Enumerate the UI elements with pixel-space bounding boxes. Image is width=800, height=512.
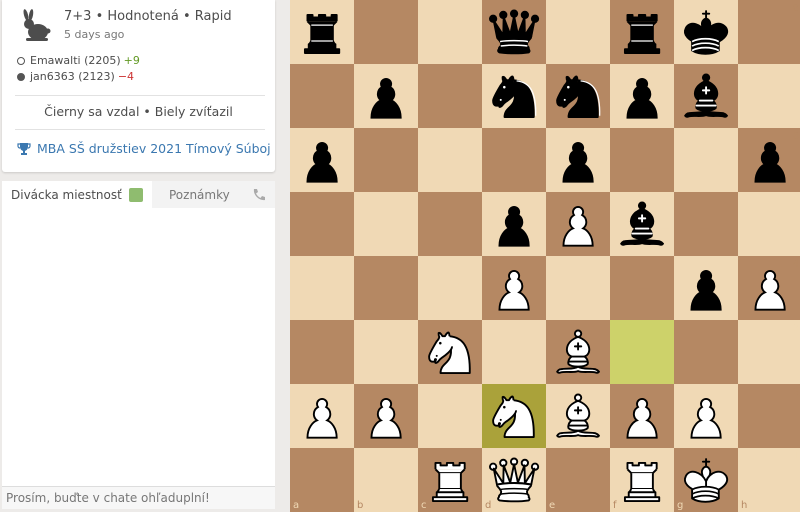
white-player-dot-icon: [17, 56, 25, 65]
rank-label: 7: [793, 67, 799, 78]
player-white-rating-diff: +9: [123, 54, 140, 67]
rapid-rabbit-icon: [23, 9, 51, 41]
square-c5[interactable]: [418, 192, 482, 256]
file-label: a: [293, 500, 299, 511]
file-label: c: [421, 500, 427, 511]
file-label: h: [741, 500, 747, 511]
player-white[interactable]: Emawalti (2205) +9: [17, 54, 140, 67]
side-panel: 7+3 • Hodnotená • Rapid 5 days ago Emawa…: [0, 0, 277, 509]
phone-icon[interactable]: [251, 187, 267, 203]
player-black-rating-diff: −4: [117, 70, 135, 83]
chat-toggle-checkbox[interactable]: [129, 188, 143, 202]
square-a4[interactable]: [290, 256, 354, 320]
square-e4[interactable]: [546, 256, 610, 320]
chat-input[interactable]: [2, 486, 275, 509]
divider: [15, 95, 265, 96]
file-label: g: [677, 500, 683, 511]
tab-spectator-room[interactable]: Divácka miestnosť: [2, 181, 152, 208]
square-e1[interactable]: [546, 448, 610, 512]
player-black-name: jan6363 (2123): [30, 70, 115, 83]
square-b6[interactable]: [354, 128, 418, 192]
square-f6[interactable]: [610, 128, 674, 192]
square-b1[interactable]: [354, 448, 418, 512]
chess-board[interactable]: a 8 b 7 c 6 d 5 e 4 f 3 g 2 h 1: [290, 0, 800, 512]
square-b8[interactable]: [354, 0, 418, 64]
square-g3[interactable]: [674, 320, 738, 384]
divider: [15, 129, 265, 130]
square-h8[interactable]: [738, 0, 800, 64]
square-c8[interactable]: [418, 0, 482, 64]
rank-label: 5: [793, 195, 799, 206]
square-c2[interactable]: [418, 384, 482, 448]
square-f3[interactable]: [610, 320, 674, 384]
rank-label: 1: [793, 451, 799, 462]
rank-label: 3: [793, 323, 799, 334]
square-a5[interactable]: [290, 192, 354, 256]
chat-panel: Divácka miestnosť Poznámky: [2, 181, 275, 509]
square-a7[interactable]: [290, 64, 354, 128]
square-e8[interactable]: [546, 0, 610, 64]
tournament-link[interactable]: MBA SŠ družstiev 2021 Tímový Súboj: [17, 141, 271, 156]
trophy-icon: [17, 142, 31, 155]
square-d6[interactable]: [482, 128, 546, 192]
square-c6[interactable]: [418, 128, 482, 192]
square-a1[interactable]: [290, 448, 354, 512]
square-g5[interactable]: [674, 192, 738, 256]
file-label: e: [549, 500, 555, 511]
chat-tabs: Divácka miestnosť Poznámky: [2, 181, 275, 208]
tab-notes[interactable]: Poznámky: [169, 188, 230, 202]
file-label: d: [485, 500, 491, 511]
game-title: 7+3 • Hodnotená • Rapid: [64, 9, 232, 24]
tournament-name: MBA SŠ družstiev 2021 Tímový Súboj: [37, 141, 271, 156]
square-h5[interactable]: [738, 192, 800, 256]
game-result-status: Čierny sa vzdal • Biely zvíťazil: [44, 104, 233, 119]
rank-label: 2: [793, 387, 799, 398]
square-h2[interactable]: [738, 384, 800, 448]
file-label: f: [613, 500, 617, 511]
square-h7[interactable]: [738, 64, 800, 128]
square-d3[interactable]: [482, 320, 546, 384]
game-time-ago: 5 days ago: [64, 28, 125, 41]
square-c7[interactable]: [418, 64, 482, 128]
tab-spectator-room-label: Divácka miestnosť: [11, 188, 122, 202]
square-f4[interactable]: [610, 256, 674, 320]
player-black[interactable]: jan6363 (2123) −4: [17, 70, 134, 83]
square-b5[interactable]: [354, 192, 418, 256]
square-h3[interactable]: [738, 320, 800, 384]
square-b4[interactable]: [354, 256, 418, 320]
square-a3[interactable]: [290, 320, 354, 384]
black-player-dot-icon: [17, 72, 25, 81]
file-label: b: [357, 500, 363, 511]
game-info-card: 7+3 • Hodnotená • Rapid 5 days ago Emawa…: [2, 0, 275, 172]
square-b3[interactable]: [354, 320, 418, 384]
square-g6[interactable]: [674, 128, 738, 192]
player-white-name: Emawalti (2205): [30, 54, 121, 67]
square-c4[interactable]: [418, 256, 482, 320]
rank-label: 8: [793, 3, 799, 14]
rank-label: 6: [793, 131, 799, 142]
rank-label: 4: [793, 259, 799, 270]
